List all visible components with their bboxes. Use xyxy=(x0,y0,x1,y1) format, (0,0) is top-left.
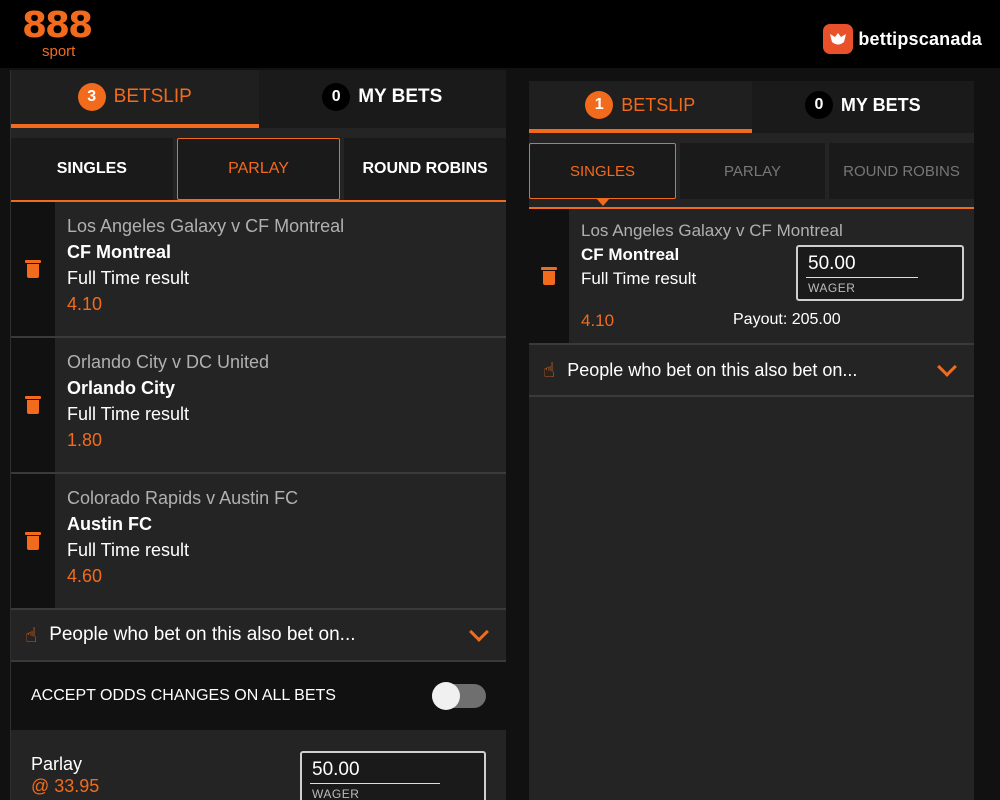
selection-name: Orlando City xyxy=(67,378,176,398)
subtab-singles[interactable]: SINGLES xyxy=(11,138,173,200)
betslip-count-badge: 3 xyxy=(77,83,106,111)
fox-logo-icon xyxy=(823,24,854,54)
bet-item: Colorado Rapids v Austin FC Austin FC Fu… xyxy=(11,474,506,610)
partner-name: bettipscanada xyxy=(858,28,982,49)
market-name: Full Time result xyxy=(67,404,190,424)
wager-label: WAGER xyxy=(312,787,360,800)
people-also-bet-toggle[interactable]: ☝ People who bet on this also bet on... xyxy=(529,345,974,397)
match-name: Colorado Rapids v Austin FC xyxy=(67,488,299,508)
thumbs-up-icon: ☝ xyxy=(25,624,38,647)
wager-value: 50.00 xyxy=(808,253,856,274)
mybets-count-badge: 0 xyxy=(322,83,351,111)
tab-betslip[interactable]: 3 BETSLIP xyxy=(11,70,259,128)
bet-item: Los Angeles Galaxy v CF Montreal CF Mont… xyxy=(11,202,506,338)
thumbs-up-icon: ☝ xyxy=(543,359,556,382)
bet-item: Los Angeles Galaxy v CF Montreal CF Mont… xyxy=(529,209,974,345)
888sport-logo[interactable]: 888 sport xyxy=(22,5,93,60)
tab-label: BETSLIP xyxy=(621,94,696,115)
brand-sub: sport xyxy=(42,43,76,60)
right-betslip-panel: 1 BETSLIP 0 MY BETS SINGLES PARLAY ROUND… xyxy=(529,81,974,800)
tab-label: MY BETS xyxy=(840,94,921,115)
chevron-down-icon xyxy=(937,357,957,377)
selection-name: Austin FC xyxy=(67,514,152,534)
bet-type-tabs: SINGLES PARLAY ROUND ROBINS xyxy=(529,133,974,209)
accept-odds-row: ACCEPT ODDS CHANGES ON ALL BETS xyxy=(11,662,506,730)
trash-icon xyxy=(25,396,41,414)
subtab-parlay[interactable]: PARLAY xyxy=(680,143,825,199)
tab-my-bets[interactable]: 0 MY BETS xyxy=(258,70,506,128)
betslip-tabs: 3 BETSLIP 0 MY BETS xyxy=(11,70,506,128)
mybets-count-badge: 0 xyxy=(804,91,833,119)
market-name: Full Time result xyxy=(67,540,190,560)
remove-bet-button[interactable] xyxy=(529,209,569,343)
match-name: Orlando City v DC United xyxy=(67,352,270,372)
remove-bet-button[interactable] xyxy=(11,202,55,336)
bet-odds: 1.80 xyxy=(67,430,103,450)
subtab-singles[interactable]: SINGLES xyxy=(529,143,676,206)
wager-value: 50.00 xyxy=(312,759,360,780)
top-bar: 888 sport bettipscanada xyxy=(0,0,1000,68)
bet-type-tabs: SINGLES PARLAY ROUND ROBINS xyxy=(11,128,506,207)
bet-odds: 4.10 xyxy=(67,294,103,314)
people-also-bet-toggle[interactable]: ☝ People who bet on this also bet on... xyxy=(11,610,506,662)
tab-label: BETSLIP xyxy=(113,86,192,107)
trash-icon xyxy=(25,260,41,278)
market-name: Full Time result xyxy=(67,268,190,288)
tab-betslip[interactable]: 1 BETSLIP xyxy=(529,81,752,133)
trash-icon xyxy=(541,267,557,285)
subtab-parlay[interactable]: PARLAY xyxy=(176,138,341,207)
parlay-label: Parlay xyxy=(31,754,83,774)
match-name: Los Angeles Galaxy v CF Montreal xyxy=(581,221,843,240)
remove-bet-button[interactable] xyxy=(11,474,55,608)
selection-name: CF Montreal xyxy=(67,242,172,262)
bettipscanada-logo: bettipscanada xyxy=(823,24,982,54)
subtab-round-robins[interactable]: ROUND ROBINS xyxy=(829,143,974,199)
payout-value: Payout: 205.00 xyxy=(733,311,841,328)
accept-odds-label: ACCEPT ODDS CHANGES ON ALL BETS xyxy=(31,687,336,704)
people-also-bet-text: People who bet on this also bet on... xyxy=(49,624,356,645)
people-also-bet-text: People who bet on this also bet on... xyxy=(567,359,858,380)
subtab-round-robins[interactable]: ROUND ROBINS xyxy=(344,138,506,200)
parlay-odds: @ 33.95 xyxy=(31,776,100,796)
parlay-wager-input[interactable]: 50.00 WAGER xyxy=(300,751,486,800)
trash-icon xyxy=(25,532,41,550)
single-wager-input[interactable]: 50.00 WAGER xyxy=(796,245,964,301)
betslip-tabs: 1 BETSLIP 0 MY BETS xyxy=(529,81,974,133)
parlay-wager-row: Parlay @ 33.95 50.00 WAGER xyxy=(11,730,506,800)
accept-odds-toggle[interactable] xyxy=(432,682,486,710)
tab-my-bets[interactable]: 0 MY BETS xyxy=(751,81,974,133)
brand-number: 888 xyxy=(22,5,93,46)
wager-label: WAGER xyxy=(808,281,856,295)
remove-bet-button[interactable] xyxy=(11,338,55,472)
tab-label: MY BETS xyxy=(358,86,443,107)
bet-item: Orlando City v DC United Orlando City Fu… xyxy=(11,338,506,474)
chevron-down-icon xyxy=(469,622,489,642)
match-name: Los Angeles Galaxy v CF Montreal xyxy=(67,216,345,236)
left-betslip-panel: 3 BETSLIP 0 MY BETS SINGLES PARLAY ROUND… xyxy=(10,70,506,800)
betslip-count-badge: 1 xyxy=(585,91,614,119)
bet-odds: 4.60 xyxy=(67,566,103,586)
bet-odds: 4.10 xyxy=(581,311,615,330)
